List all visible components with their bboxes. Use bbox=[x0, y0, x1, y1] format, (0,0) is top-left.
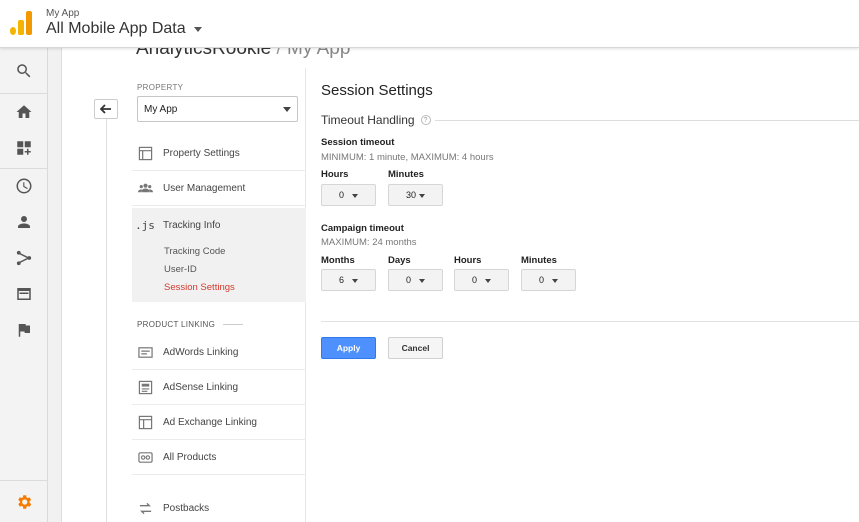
apply-button[interactable]: Apply bbox=[321, 337, 376, 359]
behavior-icon[interactable] bbox=[0, 276, 48, 312]
nav-item-tracking-info[interactable]: .js Tracking Info bbox=[132, 208, 306, 243]
nav-item-user-management[interactable]: User Management bbox=[132, 171, 306, 206]
session-hours-label: Hours bbox=[321, 169, 349, 180]
js-icon: .js bbox=[135, 218, 155, 234]
hierarchy-line bbox=[106, 119, 107, 522]
product-linking-label: PRODUCT LINKING bbox=[137, 320, 216, 329]
nav-item-label: User Management bbox=[163, 182, 246, 194]
divider bbox=[435, 120, 859, 121]
session-minutes-value: 30 bbox=[406, 190, 417, 200]
all-products-icon bbox=[137, 449, 153, 465]
chevron-down-icon bbox=[485, 279, 491, 283]
left-rail bbox=[0, 48, 48, 522]
nav-item-ad-exchange-linking[interactable]: Ad Exchange Linking bbox=[132, 405, 306, 440]
session-hours-value: 0 bbox=[339, 190, 345, 200]
chevron-down-icon bbox=[419, 194, 425, 198]
conversions-flag-icon[interactable] bbox=[0, 312, 48, 348]
chevron-down-icon bbox=[283, 107, 291, 112]
analytics-logo-icon[interactable] bbox=[10, 11, 32, 35]
property-settings-icon bbox=[137, 145, 153, 161]
nav-item-label: Ad Exchange Linking bbox=[163, 416, 257, 428]
campaign-hours-label: Hours bbox=[454, 255, 482, 266]
campaign-minutes-value: 0 bbox=[539, 275, 545, 285]
nav-item-postbacks[interactable]: Postbacks bbox=[132, 491, 306, 522]
page-title: Session Settings bbox=[321, 82, 433, 99]
nav-item-all-products[interactable]: All Products bbox=[132, 440, 306, 475]
chevron-down-icon bbox=[419, 279, 425, 283]
nav-item-label: Tracking Info bbox=[163, 220, 221, 231]
audience-person-icon[interactable] bbox=[0, 204, 48, 240]
session-minutes-label: Minutes bbox=[388, 169, 424, 180]
postbacks-icon bbox=[137, 501, 153, 517]
users-icon bbox=[137, 180, 153, 196]
search-icon[interactable] bbox=[0, 53, 48, 89]
campaign-days-label: Days bbox=[388, 255, 411, 266]
nav-item-label: AdWords Linking bbox=[163, 346, 239, 358]
account-name: My App bbox=[46, 8, 80, 19]
customization-icon[interactable] bbox=[0, 130, 48, 166]
nav-item-label: AdSense Linking bbox=[163, 381, 239, 393]
rail-divider bbox=[0, 480, 48, 481]
chevron-down-icon bbox=[352, 194, 358, 198]
nav-item-adwords-linking[interactable]: AdWords Linking bbox=[132, 335, 306, 370]
campaign-hours-select[interactable]: 0 bbox=[454, 269, 509, 291]
help-icon[interactable]: ? bbox=[420, 115, 431, 125]
campaign-days-select[interactable]: 0 bbox=[388, 269, 443, 291]
session-hours-select[interactable]: 0 bbox=[321, 184, 376, 206]
divider bbox=[321, 321, 859, 322]
nav-item-label: Postbacks bbox=[163, 503, 210, 514]
session-timeout-hint: MINIMUM: 1 minute, MAXIMUM: 4 hours bbox=[321, 152, 494, 163]
adsense-icon bbox=[137, 379, 153, 395]
session-timeout-title: Session timeout bbox=[321, 137, 395, 148]
campaign-hours-value: 0 bbox=[472, 275, 478, 285]
cancel-button[interactable]: Cancel bbox=[388, 337, 443, 359]
campaign-minutes-select[interactable]: 0 bbox=[521, 269, 576, 291]
product-linking-heading: PRODUCT LINKING bbox=[137, 320, 243, 329]
back-button[interactable] bbox=[94, 99, 118, 119]
sub-item-tracking-code[interactable]: Tracking Code bbox=[164, 246, 225, 257]
home-icon[interactable] bbox=[0, 94, 48, 130]
realtime-clock-icon[interactable] bbox=[0, 168, 48, 204]
admin-gear-icon[interactable] bbox=[0, 484, 48, 520]
arrow-left-icon bbox=[100, 104, 111, 114]
app-header: My App All Mobile App Data bbox=[0, 0, 859, 48]
campaign-months-label: Months bbox=[321, 255, 355, 266]
campaign-minutes-label: Minutes bbox=[521, 255, 557, 266]
js-glyph: .js bbox=[135, 219, 155, 232]
ad-exchange-icon bbox=[137, 414, 153, 430]
campaign-months-select[interactable]: 6 bbox=[321, 269, 376, 291]
nav-item-property-settings[interactable]: Property Settings bbox=[132, 136, 306, 171]
nav-item-adsense-linking[interactable]: AdSense Linking bbox=[132, 370, 306, 405]
sub-item-session-settings[interactable]: Session Settings bbox=[164, 282, 235, 293]
property-select[interactable]: My App bbox=[137, 96, 298, 122]
campaign-timeout-title: Campaign timeout bbox=[321, 223, 404, 234]
timeout-handling-label: Timeout Handling bbox=[321, 113, 415, 127]
property-nav: PROPERTY My App Property Settings User M… bbox=[132, 68, 306, 522]
view-selector[interactable]: All Mobile App Data bbox=[46, 20, 202, 38]
session-minutes-select[interactable]: 30 bbox=[388, 184, 443, 206]
acquisition-icon[interactable] bbox=[0, 240, 48, 276]
nav-item-label: All Products bbox=[163, 451, 217, 463]
session-settings-panel: Session Settings Timeout Handling ? Sess… bbox=[307, 68, 859, 522]
chevron-down-icon bbox=[552, 279, 558, 283]
campaign-months-value: 6 bbox=[339, 275, 345, 285]
nav-item-label: Property Settings bbox=[163, 147, 240, 159]
property-label: PROPERTY bbox=[137, 83, 184, 92]
view-name: All Mobile App Data bbox=[46, 20, 186, 37]
campaign-days-value: 0 bbox=[406, 275, 412, 285]
timeout-handling-heading: Timeout Handling ? bbox=[321, 113, 431, 127]
campaign-timeout-hint: MAXIMUM: 24 months bbox=[321, 237, 417, 248]
sub-item-user-id[interactable]: User-ID bbox=[164, 264, 197, 275]
tracking-info-group: .js Tracking Info Tracking Code User-ID … bbox=[132, 208, 306, 302]
property-select-value: My App bbox=[144, 104, 178, 115]
chevron-down-icon bbox=[193, 26, 202, 32]
chevron-down-icon bbox=[352, 279, 358, 283]
adwords-icon bbox=[137, 344, 153, 360]
